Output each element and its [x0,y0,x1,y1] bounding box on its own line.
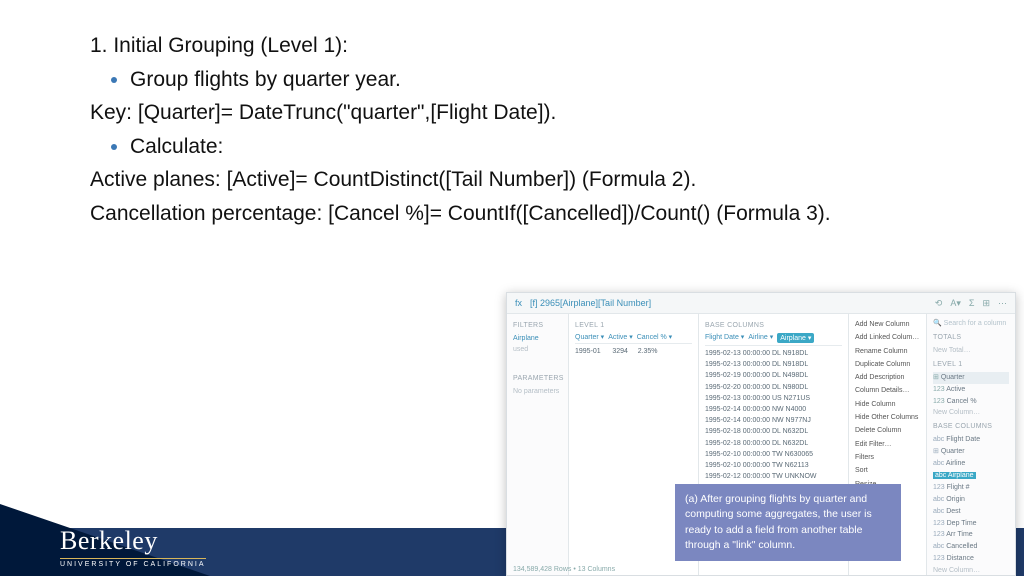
columns-panel: 🔍 Search for a column TOTALS New Total… … [927,314,1015,576]
line-2: Key: [Quarter]= DateTrunc("quarter",[Fli… [90,97,940,129]
right-l1-heading: LEVEL 1 [933,361,1009,368]
fx-icon: fx [515,298,522,308]
menu-item: Column Details… [855,384,920,397]
filter-sub: used [513,344,562,355]
right-bc-heading: BASE COLUMNS [933,423,1009,430]
base-cols: Flight Date ▾ Airline ▾ Airplane ▾ [705,333,842,346]
column-item: 123 Dep Time [933,518,1009,530]
formula-bar: [f] 2965[Airplane][Tail Number] [530,298,927,308]
format-icon: A▾ [950,298,961,309]
logo-wordmark: Berkeley [60,526,206,556]
bullet-2: Calculate: [130,131,940,163]
col-quarter: Quarter ▾ [575,333,604,341]
menu-item: Edit Filter… [855,438,920,451]
table-row: 1995-02-10 00:00:00 TW N62113 [705,460,842,471]
line-1: 1. Initial Grouping (Level 1): [90,30,940,62]
menu-item: Delete Column [855,424,920,437]
r-quarter: Quarter [941,374,965,381]
table-row: 1995-02-12 00:00:00 TW UNKNOW [705,471,842,482]
column-item: 123 Arr Time [933,529,1009,541]
r-cancel: Cancel % [947,398,977,405]
menu-item: Rename Column [855,345,920,358]
column-item: 123 Distance [933,553,1009,565]
column-item: abc Flight Date [933,434,1009,446]
shot-footer: 134,589,428 Rows • 13 Columns [513,566,615,573]
column-item: abc Airline [933,458,1009,470]
level1-cols: Quarter ▾ Active ▾ Cancel % ▾ [575,333,692,344]
menu-item: Add Linked Column… [855,331,920,344]
more-icon: ⋯ [998,298,1007,309]
table-row: 1995-02-14 00:00:00 NW N4000 [705,404,842,415]
caption-prefix: (a) [685,493,698,505]
menu-item: Add New Column [855,318,920,331]
table-row: 1995-02-19 00:00:00 DL N498DL [705,370,842,381]
table-row: 1995-02-13 00:00:00 DL N918DL [705,359,842,370]
r-newcol: New Column… [933,407,1009,419]
base-heading: BASE COLUMNS [705,322,842,329]
column-item: 123 Flight # [933,482,1009,494]
shot-toolbar: fx [f] 2965[Airplane][Tail Number] ⟲ A▾ … [507,293,1015,314]
grid-icon: ⊞ [982,298,990,309]
params-heading: PARAMETERS [513,375,562,382]
undo-icon: ⟲ [935,298,943,309]
slide-text: 1. Initial Grouping (Level 1): Group fli… [90,30,940,231]
level1-heading: LEVEL 1 [575,322,692,329]
caption-text: After grouping flights by quarter and co… [685,493,872,551]
menu-item: Sort [855,464,920,477]
table-row: 1995-02-18 00:00:00 DL N632DL [705,426,842,437]
r-newcol2: New Column… [933,565,1009,576]
bullet-1: Group flights by quarter year. [130,64,940,96]
menu-item: Filters [855,451,920,464]
caption-box: (a) After grouping flights by quarter an… [675,484,901,561]
table-row: 1995-02-14 00:00:00 NW N977NJ [705,415,842,426]
col-airline: Airline ▾ [748,333,773,343]
table-row: 1995-02-10 00:00:00 TW N630065 [705,449,842,460]
berkeley-logo: Berkeley UNIVERSITY OF CALIFORNIA [60,526,206,568]
menu-item: Hide Column [855,398,920,411]
menu-item: Add Description [855,371,920,384]
column-item: abc Airplane [933,470,1009,482]
col-flightdate: Flight Date ▾ [705,333,744,343]
filter-item: Airplane [513,333,562,344]
embedded-screenshot: fx [f] 2965[Airplane][Tail Number] ⟲ A▾ … [506,292,1016,576]
totals-heading: TOTALS [933,334,1009,341]
column-item: ⊞ Quarter [933,446,1009,458]
table-row: 1995-02-13 00:00:00 US N271US [705,393,842,404]
filters-heading: FILTERS [513,322,562,329]
col-cancel: Cancel % ▾ [637,333,672,341]
search-placeholder: Search for a column [944,320,1007,327]
new-total: New Total… [933,345,1009,357]
column-item: abc Origin [933,494,1009,506]
r-active: Active [946,386,965,393]
level1-row: 1995-01 3294 2.35% [575,346,692,357]
col-airplane: Airplane ▾ [777,333,814,343]
table-row: 1995-02-13 00:00:00 DL N918DL [705,348,842,359]
menu-item: Duplicate Column [855,358,920,371]
table-row: 1995-02-20 00:00:00 DL N980DL [705,382,842,393]
line-3: Active planes: [Active]= CountDistinct([… [90,164,940,196]
logo-subtitle: UNIVERSITY OF CALIFORNIA [60,558,206,568]
line-4: Cancellation percentage: [Cancel %]= Cou… [90,198,940,230]
sigma-icon: Σ [969,298,975,308]
filters-pane: FILTERS Airplane used PARAMETERS No para… [507,314,569,576]
menu-item: Hide Other Columns [855,411,920,424]
col-active: Active ▾ [608,333,633,341]
column-item: abc Dest [933,506,1009,518]
table-row: 1995-02-18 00:00:00 DL N632DL [705,438,842,449]
params-none: No parameters [513,386,562,397]
column-item: abc Cancelled [933,541,1009,553]
